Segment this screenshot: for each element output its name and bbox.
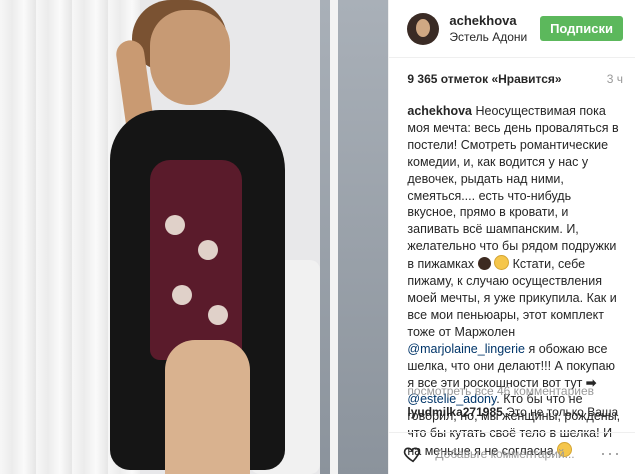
comment-username[interactable]: lyudmilka271985 — [407, 405, 502, 419]
comment: lyudmilka271985 Это не только Ваша — [407, 405, 623, 419]
heart-icon[interactable] — [403, 445, 423, 463]
smiley-emoji-icon — [494, 255, 510, 271]
comment-bar: Добавьте комментарий... ··· — [389, 432, 635, 474]
view-all-comments[interactable]: посмотреть все 46 комментариев — [407, 384, 594, 398]
flower-print — [172, 285, 192, 305]
flower-print — [165, 215, 185, 235]
flower-print — [208, 305, 228, 325]
window-frame — [330, 0, 338, 474]
comment-text: Это не только Ваша — [506, 405, 619, 419]
floral-slip — [150, 160, 242, 360]
mention-marjolaine[interactable]: @marjolaine_lingerie — [407, 342, 525, 356]
likes-count[interactable]: 9 365 отметок «Нравится» — [407, 72, 561, 90]
likes-bar: 9 365 отметок «Нравится» 3 ч — [407, 72, 623, 90]
woman-emoji-icon — [477, 257, 491, 271]
more-icon[interactable]: ··· — [600, 443, 621, 464]
caption-text-1: Неосуществимая пока моя мечта: весь день… — [407, 104, 619, 272]
avatar[interactable] — [407, 12, 440, 45]
post-photo[interactable] — [0, 0, 389, 474]
follow-button[interactable]: Подписки — [540, 16, 623, 41]
username[interactable]: achekhova — [449, 13, 540, 29]
instagram-post: achekhova Эстель Адони Подписки 9 365 от… — [0, 0, 635, 474]
caption-username[interactable]: achekhova — [407, 104, 472, 118]
face — [150, 10, 230, 105]
post-time[interactable]: 3 ч — [607, 72, 623, 90]
location[interactable]: Эстель Адони — [449, 29, 540, 45]
user-info: achekhova Эстель Адони — [449, 13, 540, 45]
add-comment-input[interactable]: Добавьте комментарий... — [435, 447, 600, 461]
flower-print — [198, 240, 218, 260]
legs — [165, 340, 250, 474]
post-header: achekhova Эстель Адони Подписки — [389, 0, 635, 58]
post-sidebar: achekhova Эстель Адони Подписки 9 365 от… — [388, 0, 635, 474]
